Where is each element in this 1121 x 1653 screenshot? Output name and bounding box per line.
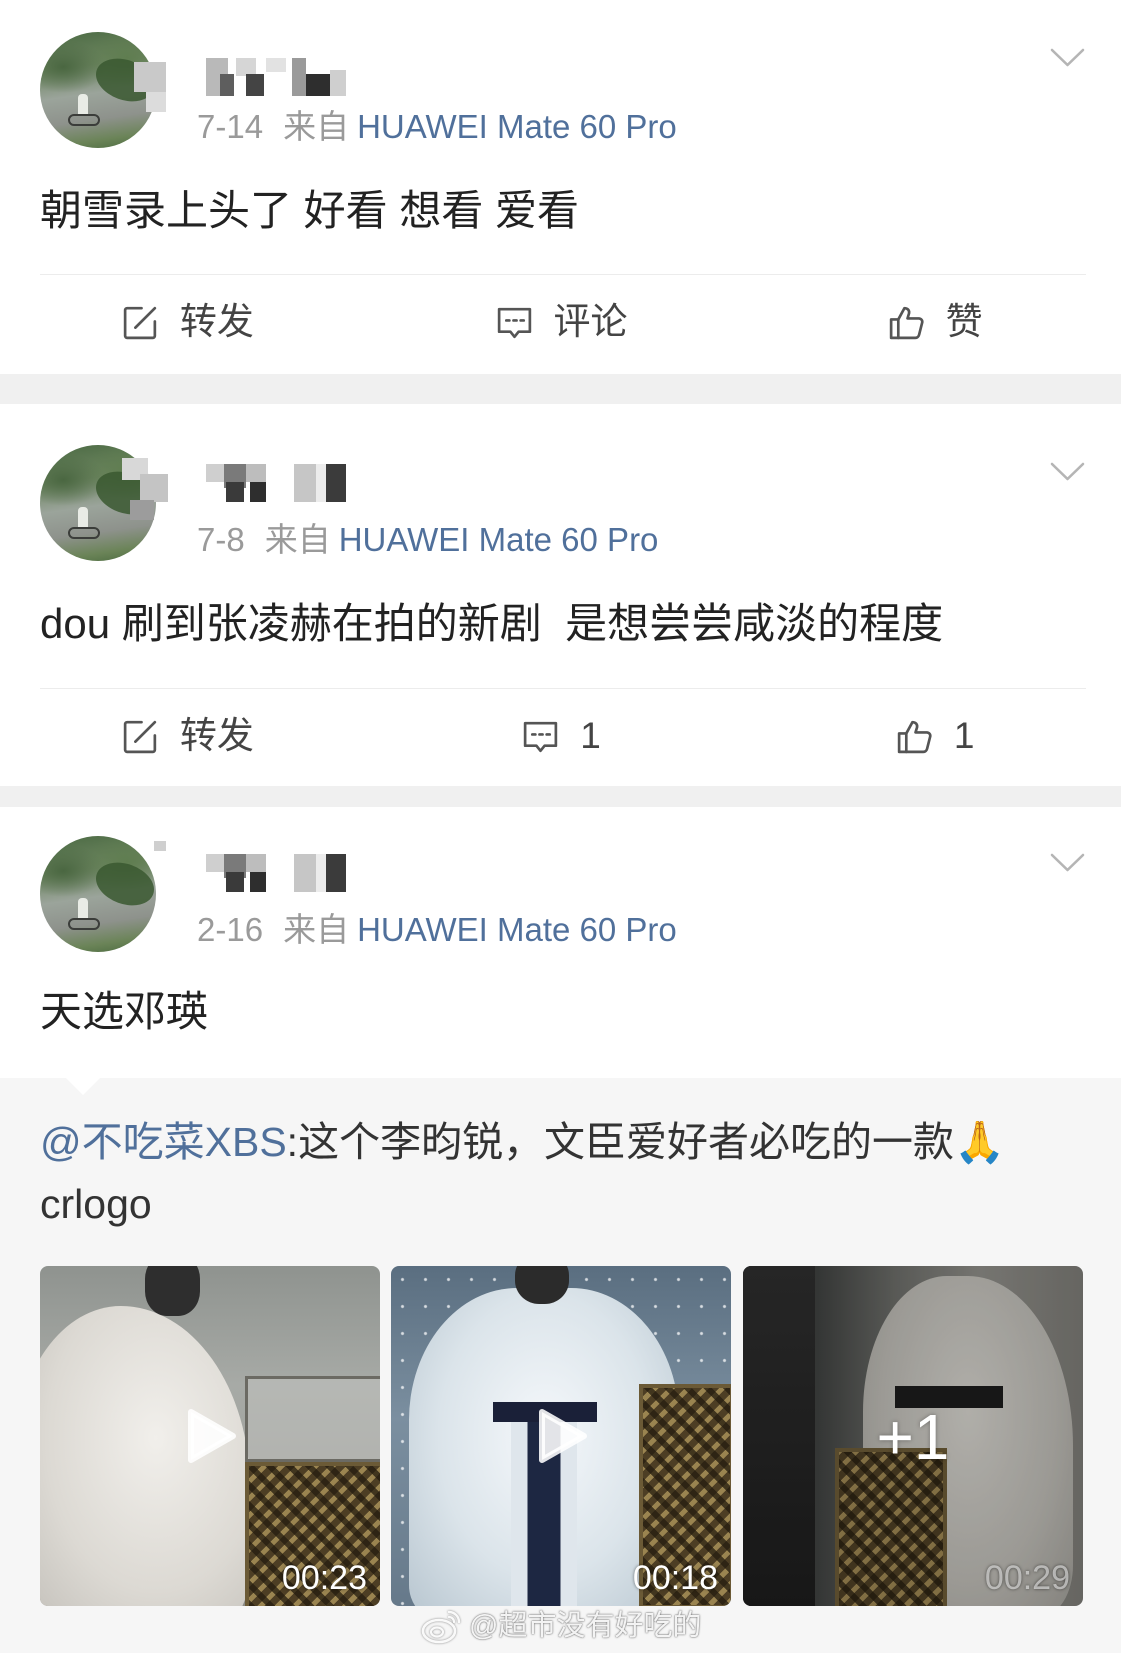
source-device-link[interactable]: HUAWEI Mate 60 Pro xyxy=(357,108,677,145)
comment-label: 评论 xyxy=(553,301,628,342)
like-count: 1 xyxy=(953,715,975,756)
thumbs-up-icon xyxy=(889,306,924,339)
thumbnail-lantern-glass xyxy=(245,1376,380,1462)
video-duration: 00:23 xyxy=(281,1559,367,1597)
weibo-logo-icon xyxy=(421,1610,461,1644)
avatar-mosaic xyxy=(0,807,166,851)
comment-icon xyxy=(497,307,531,338)
weibo-post: 7-14 来自 HUAWEI Mate 60 Pro 朝雪录上头了 好看 想看 爱看… xyxy=(0,0,1121,374)
repost-button[interactable]: 转发 xyxy=(0,704,374,768)
repost-label: 转发 xyxy=(179,301,254,342)
source-device-link[interactable]: HUAWEI Mate 60 Pro xyxy=(339,521,659,558)
video-thumbnail[interactable]: 00:23 xyxy=(40,1266,380,1606)
username-mosaic[interactable] xyxy=(206,854,356,892)
feed-separator xyxy=(0,786,1121,807)
divider xyxy=(40,274,1086,275)
avatar-bicycle xyxy=(68,114,100,126)
post-time: 7-8 xyxy=(197,521,245,558)
like-button[interactable]: 赞 xyxy=(747,290,1121,354)
more-videos-count[interactable]: +1 xyxy=(743,1397,1083,1477)
comment-count: 1 xyxy=(580,715,601,756)
repost-button[interactable]: 转发 xyxy=(0,290,374,354)
post-meta: 2-16 来自 HUAWEI Mate 60 Pro xyxy=(197,910,677,950)
avatar-tree xyxy=(89,854,156,914)
source-device-link[interactable]: HUAWEI Mate 60 Pro xyxy=(357,911,677,948)
post-text[interactable]: 天选邓瑛 xyxy=(40,987,208,1037)
comment-button[interactable]: 评论 xyxy=(374,290,748,354)
post-meta: 7-8 来自 HUAWEI Mate 60 Pro xyxy=(197,520,658,560)
video-duration: 00:18 xyxy=(632,1559,718,1597)
watermark-text: @超市没有好吃的 xyxy=(469,1610,702,1642)
post-time: 2-16 xyxy=(197,911,264,948)
post-time: 7-14 xyxy=(197,108,264,145)
post-text[interactable]: 朝雪录上头了 好看 想看 爱看 xyxy=(40,186,579,236)
repost-icon xyxy=(123,306,157,339)
retweet-author-mention[interactable]: @不吃菜XBS xyxy=(40,1119,287,1165)
comment-button[interactable]: 1 xyxy=(374,704,748,768)
avatar-mosaic xyxy=(0,404,168,520)
retweet-body: :这个李昀锐，文臣爱好者必吃的一款🙏 xyxy=(286,1119,1006,1165)
avatar-cyclist xyxy=(78,898,88,920)
repost-icon xyxy=(123,720,157,753)
play-icon[interactable] xyxy=(181,1406,239,1466)
watermark: @超市没有好吃的 xyxy=(420,1606,701,1646)
thumbnail-figure-hair xyxy=(145,1266,200,1316)
video-thumbnail[interactable]: +1 00:29 xyxy=(743,1266,1083,1606)
retweet-text[interactable]: @不吃菜XBS:这个李昀锐，文臣爱好者必吃的一款🙏 xyxy=(40,1117,1005,1167)
source-prefix: 来自 xyxy=(283,108,350,145)
avatar-bicycle xyxy=(68,918,100,930)
like-label: 赞 xyxy=(945,301,983,342)
action-bar: 转发 评论 赞 xyxy=(0,290,1121,354)
action-bar: 转发 1 1 xyxy=(0,704,1121,768)
avatar-mosaic xyxy=(0,0,166,112)
chevron-down-icon[interactable] xyxy=(1049,461,1086,483)
video-duration: 00:29 xyxy=(984,1559,1070,1597)
chevron-down-icon[interactable] xyxy=(1049,47,1086,69)
weibo-feed: 7-14 来自 HUAWEI Mate 60 Pro 朝雪录上头了 好看 想看 爱看… xyxy=(0,0,1121,1653)
post-meta: 7-14 来自 HUAWEI Mate 60 Pro xyxy=(197,107,677,147)
source-prefix: 来自 xyxy=(283,911,350,948)
divider xyxy=(40,688,1086,689)
retweet-pointer xyxy=(66,1078,100,1095)
username-mosaic[interactable] xyxy=(206,464,356,502)
avatar[interactable] xyxy=(40,836,156,952)
weibo-post: 7-8 来自 HUAWEI Mate 60 Pro dou 刷到张凌赫在拍的新剧 是… xyxy=(0,404,1121,786)
like-button[interactable]: 1 xyxy=(747,704,1121,768)
chevron-down-icon[interactable] xyxy=(1049,852,1086,874)
video-thumbnail[interactable]: 00:18 xyxy=(391,1266,731,1606)
play-icon[interactable] xyxy=(532,1406,590,1466)
avatar-bicycle xyxy=(68,527,100,539)
thumbs-up-icon xyxy=(897,720,932,753)
weibo-post: 2-16 来自 HUAWEI Mate 60 Pro 天选邓瑛 @不吃菜XBS:这个… xyxy=(0,807,1121,1653)
retweet-card[interactable]: @不吃菜XBS:这个李昀锐，文臣爱好者必吃的一款🙏 crlogo 00:23 0… xyxy=(0,1078,1121,1653)
post-text[interactable]: dou 刷到张凌赫在拍的新剧 是想尝尝咸淡的程度 xyxy=(40,599,943,649)
repost-label: 转发 xyxy=(179,715,254,756)
comment-icon xyxy=(524,721,558,752)
username-mosaic[interactable] xyxy=(206,58,356,96)
source-prefix: 来自 xyxy=(264,521,331,558)
retweet-extra-line: crlogo xyxy=(40,1181,152,1227)
avatar-cyclist xyxy=(78,507,88,529)
feed-separator xyxy=(0,374,1121,404)
avatar-cyclist xyxy=(78,94,88,116)
